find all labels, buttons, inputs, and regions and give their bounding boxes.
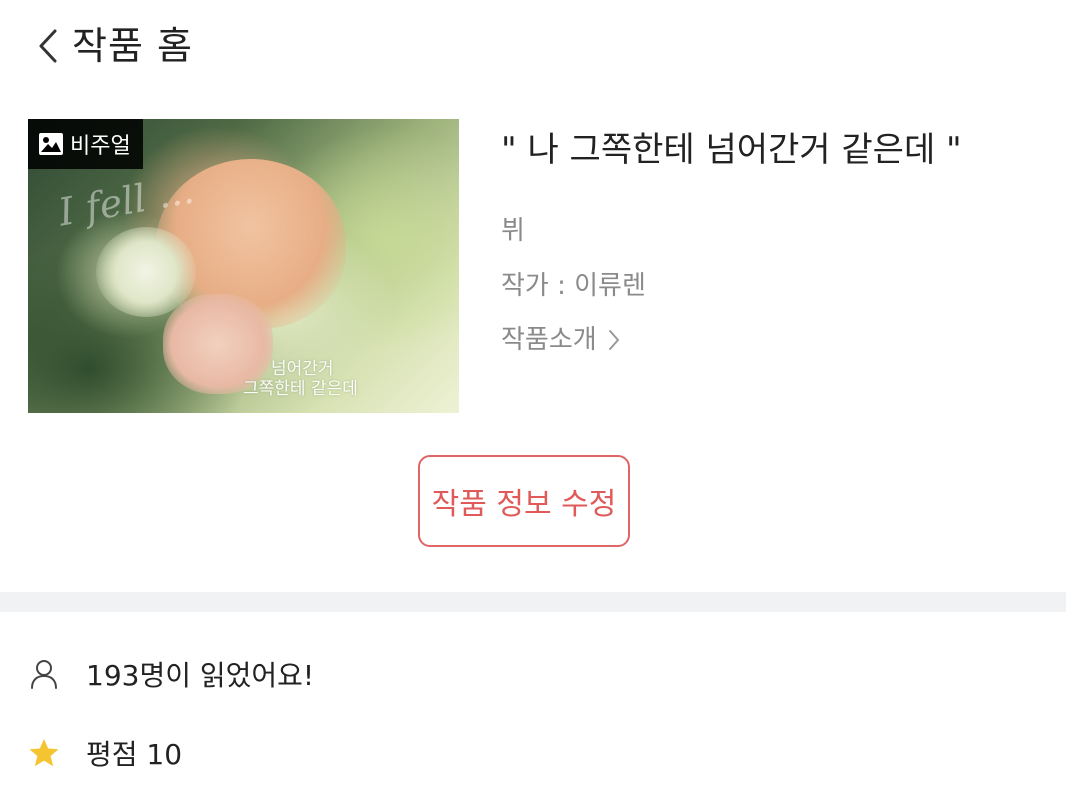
- work-intro-label: 작품소개: [501, 325, 597, 355]
- rating-stat: 평점 10: [28, 731, 182, 775]
- readers-count-text: 193명이 읽었어요!: [86, 659, 315, 692]
- person-icon: [28, 658, 60, 690]
- rating-text: 평점 10: [86, 738, 183, 771]
- star-icon: [28, 737, 60, 769]
- back-button[interactable]: [28, 22, 68, 70]
- visual-badge-label: 비주얼: [70, 134, 131, 159]
- work-author: 작가 : 이류렌: [501, 271, 646, 301]
- edit-work-info-button[interactable]: 작품 정보 수정: [418, 455, 630, 547]
- readers-stat: 193명이 읽었어요!: [28, 652, 314, 696]
- work-intro-link[interactable]: 작품소개: [501, 322, 621, 358]
- image-icon: [39, 133, 63, 155]
- work-title: " 나 그쪽한테 넘어간거 같은데 ": [501, 130, 962, 170]
- cover-overlay-text: 넘어간거 그쪽한테 같은데: [243, 359, 358, 399]
- page-title: 작품 홈: [72, 24, 193, 68]
- visual-badge: 비주얼: [28, 119, 143, 169]
- cover-image[interactable]: I fell ... 넘어간거 그쪽한테 같은데 비주얼: [28, 119, 459, 413]
- work-genre: 뷔: [501, 216, 525, 246]
- work-home-page: 작품 홈 I fell ... 넘어간거 그쪽한테 같은데 비주얼 " 나 그쪽…: [0, 0, 1066, 799]
- header: 작품 홈: [0, 0, 1066, 92]
- chevron-left-icon: [39, 29, 57, 63]
- cover-overlay-line1: 넘어간거: [271, 359, 334, 379]
- section-divider: [0, 592, 1066, 612]
- cover-overlay-line2: 그쪽한테 같은데: [243, 379, 358, 399]
- chevron-right-icon: [608, 330, 619, 350]
